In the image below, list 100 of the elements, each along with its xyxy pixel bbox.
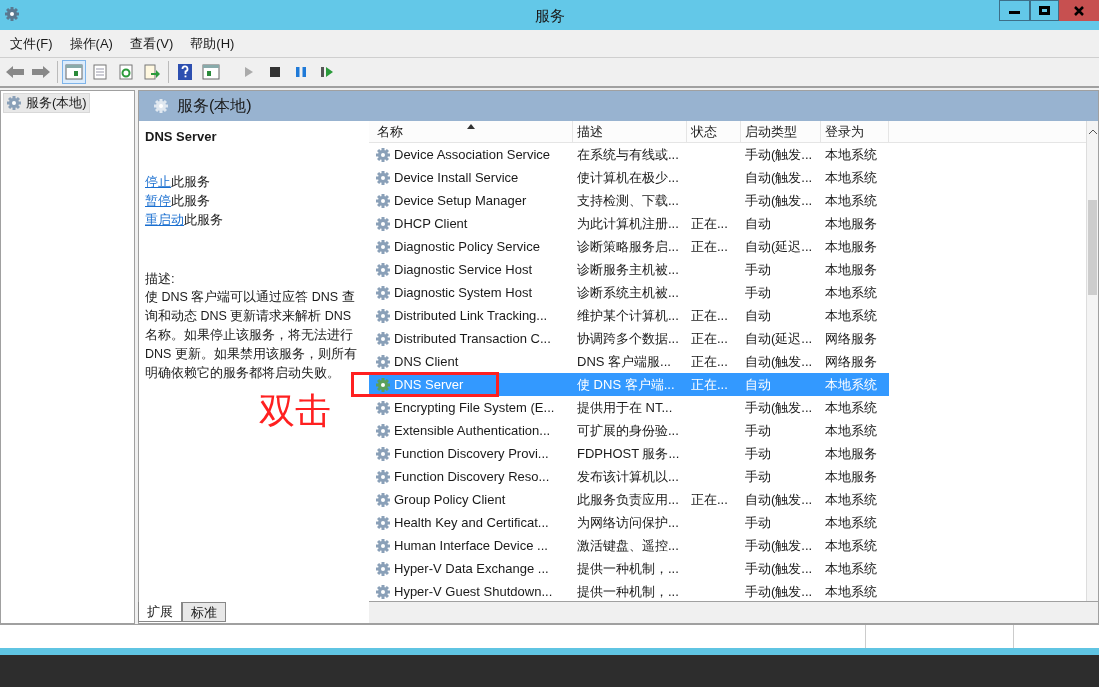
table-row[interactable]: Encrypting File System (E... 提供用于在 NT... 手动(触发... 本地系统 <box>369 396 889 419</box>
action-link[interactable]: 暂停 <box>145 192 171 208</box>
table-cell: 本地系统 <box>825 192 877 208</box>
table-row[interactable]: Extensible Authentication... 可扩展的身份验... 手动 本地系统 <box>369 419 889 442</box>
app-icon <box>4 6 20 22</box>
table-row[interactable]: Device Install Service 使计算机在极少... 自动(触发... 本地系统 <box>369 166 889 189</box>
table-cell: 提供用于在 NT... <box>577 399 673 415</box>
table-cell: 本地服务 <box>825 445 877 461</box>
table-cell: 在系统与有线或... <box>577 146 679 162</box>
gear-icon <box>375 491 391 508</box>
table-cell: 本地服务 <box>825 215 877 231</box>
table-cell: 本地系统 <box>825 491 877 507</box>
table-cell: 本地系统 <box>825 422 877 438</box>
table-cell: 本地系统 <box>825 376 877 392</box>
table-cell: 本地系统 <box>825 307 877 323</box>
table-cell: 本地系统 <box>825 537 877 553</box>
tree-item[interactable]: 服务(本地) <box>3 93 90 113</box>
table-row[interactable]: Diagnostic System Host 诊断系统主机被... 手动 本地系统 <box>369 281 889 304</box>
column-header[interactable]: 名称 <box>373 121 573 142</box>
scroll-up-icon <box>1087 129 1098 135</box>
table-cell: 为网络访问保护... <box>577 514 679 530</box>
table-cell: 手动 <box>745 468 771 484</box>
table-cell: 本地系统 <box>825 169 877 185</box>
table-row[interactable]: Device Association Service 在系统与有线或... 手动(触发... 本地系统 <box>369 143 889 166</box>
menu-item[interactable]: 查看(V) <box>129 33 174 54</box>
gear-icon <box>375 146 391 163</box>
view-tab[interactable]: 标准 <box>182 602 226 622</box>
gear-icon <box>375 468 391 485</box>
table-cell: 自动(触发... <box>745 169 813 185</box>
console-tree-button[interactable] <box>62 60 86 84</box>
annotation-text: 双击 <box>259 391 331 431</box>
table-cell: 手动(触发... <box>745 560 813 576</box>
gear-icon <box>153 98 169 114</box>
gear-icon <box>375 169 391 186</box>
menu-item[interactable]: 文件(F) <box>10 33 53 54</box>
action-link[interactable]: 停止 <box>145 173 171 189</box>
table-row[interactable]: DHCP Client 为此计算机注册... 正在... 自动 本地服务 <box>369 212 889 235</box>
table-row[interactable]: Human Interface Device ... 激活键盘、遥控... 手动(触发... 本地系统 <box>369 534 889 557</box>
action-link[interactable]: 重启动 <box>145 211 184 227</box>
scrollbar-thumb[interactable] <box>1088 200 1097 295</box>
service-name: Encrypting File System (E... <box>394 398 555 417</box>
table-row[interactable]: Health Key and Certificat... 为网络访问保护... 手动 本地系统 <box>369 511 889 534</box>
action-text: 停止此服务 <box>145 172 210 191</box>
action-text: 暂停此服务 <box>145 191 210 210</box>
service-name: Hyper-V Data Exchange ... <box>394 559 549 578</box>
table-row[interactable]: Device Setup Manager 支持检测、下载... 手动(触发... 本地系统 <box>369 189 889 212</box>
gear-icon <box>375 261 391 278</box>
table-cell: 手动 <box>745 422 771 438</box>
service-name: Device Setup Manager <box>394 191 527 210</box>
table-cell: 本地系统 <box>825 284 877 300</box>
table-cell: 本地系统 <box>825 583 877 599</box>
service-name: DNS Server <box>394 375 464 394</box>
maximize-button[interactable] <box>1030 0 1059 21</box>
view-tab[interactable]: 扩展 <box>138 602 182 622</box>
column-header[interactable]: 状态 <box>687 121 741 142</box>
column-header[interactable]: 登录为 <box>821 121 889 142</box>
menu-item[interactable]: 帮助(H) <box>190 33 235 54</box>
service-name: Device Association Service <box>394 145 551 164</box>
table-cell: 自动 <box>745 376 771 392</box>
table-row[interactable]: Distributed Transaction C... 协调跨多个数据... 正在... 自动(延迟... 网络服务 <box>369 327 889 350</box>
gear-icon <box>375 560 391 577</box>
table-cell: 本地系统 <box>825 514 877 530</box>
table-cell: 手动 <box>745 514 771 530</box>
table-row[interactable]: Function Discovery Reso... 发布该计算机以... 手动 本地服务 <box>369 465 889 488</box>
table-row[interactable]: Hyper-V Data Exchange ... 提供一种机制，... 手动(触发... 本地系统 <box>369 557 889 580</box>
window-title: 服务 <box>534 6 565 26</box>
column-header[interactable]: 描述 <box>573 121 687 142</box>
table-cell: DNS 客户端服... <box>577 353 671 369</box>
menu-item[interactable]: 操作(A) <box>69 33 113 54</box>
sort-arrow-icon <box>467 124 475 129</box>
table-row[interactable]: Distributed Link Tracking... 维护某个计算机... 正在... 自动 本地系统 <box>369 304 889 327</box>
service-name: Diagnostic Policy Service <box>394 237 540 256</box>
gear-icon <box>375 307 391 324</box>
table-row[interactable]: Hyper-V Guest Shutdown... 提供一种机制，... 手动(触发... 本地系统 <box>369 580 889 601</box>
table-cell: 手动 <box>745 284 771 300</box>
table-cell: 为此计算机注册... <box>577 215 679 231</box>
table-cell: 手动(触发... <box>745 583 813 599</box>
table-row[interactable]: Diagnostic Service Host 诊断服务主机被... 手动 本地服务 <box>369 258 889 281</box>
service-name: Health Key and Certificat... <box>394 513 549 532</box>
minimize-button[interactable] <box>999 0 1030 21</box>
service-name: DHCP Client <box>394 214 468 233</box>
column-header[interactable]: 启动类型 <box>741 121 821 142</box>
service-name: Distributed Link Tracking... <box>394 306 548 325</box>
table-row[interactable]: Group Policy Client 此服务负责应用... 正在... 自动(触发... 本地系统 <box>369 488 889 511</box>
table-cell: 本地服务 <box>825 468 877 484</box>
service-name: Device Install Service <box>394 168 519 187</box>
gear-icon <box>375 583 391 600</box>
gear-icon <box>375 422 391 439</box>
table-row[interactable]: Function Discovery Provi... FDPHOST 服务... 手动 本地服务 <box>369 442 889 465</box>
service-name: Hyper-V Guest Shutdown... <box>394 582 553 601</box>
table-cell: 协调跨多个数据... <box>577 330 679 346</box>
gear-icon <box>375 445 391 462</box>
table-row[interactable]: Diagnostic Policy Service 诊断策略服务启... 正在... 自动(延迟... 本地服务 <box>369 235 889 258</box>
table-cell: 网络服务 <box>825 353 877 369</box>
table-row[interactable]: DNS Client DNS 客户端服... 正在... 自动(触发... 网络服务 <box>369 350 889 373</box>
close-button[interactable] <box>1059 0 1099 21</box>
table-cell: 正在... <box>691 307 728 323</box>
gear-icon <box>375 238 391 255</box>
table-cell: 正在... <box>691 238 728 254</box>
scrollbar[interactable] <box>1086 121 1098 601</box>
